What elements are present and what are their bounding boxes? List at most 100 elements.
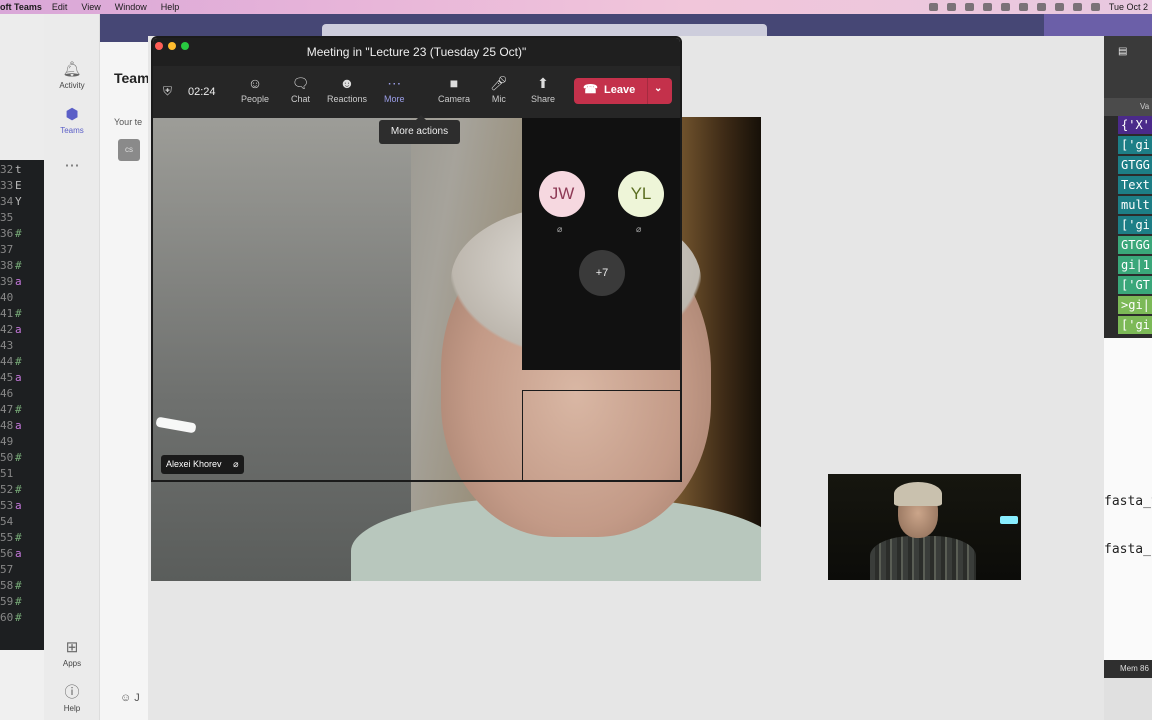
memory-indicator: Mem 86: [1104, 660, 1152, 678]
close-window-button[interactable]: [155, 42, 163, 50]
code-line: 44 #: [0, 354, 44, 370]
team-tile[interactable]: cs: [118, 139, 140, 161]
help-icon: ⓘ: [64, 684, 80, 701]
people-button[interactable]: ☺ People: [241, 74, 269, 104]
line-number: 44: [0, 355, 14, 368]
share-button[interactable]: ⬆ Share: [531, 74, 555, 104]
code-line: 32 t: [0, 162, 44, 178]
code-text: t: [15, 163, 22, 176]
meeting-title-bar: Meeting in "Lecture 23 (Tuesday 25 Oct)": [153, 38, 680, 66]
code-text: a: [15, 419, 22, 432]
value-cell[interactable]: Text: [1118, 176, 1152, 194]
status-icon[interactable]: [928, 3, 938, 11]
value-cell[interactable]: GTGG: [1118, 236, 1152, 254]
code-line: 36 #: [0, 226, 44, 242]
value-cell[interactable]: GTGG: [1118, 156, 1152, 174]
line-number: 56: [0, 547, 14, 560]
code-line: 55 #: [0, 530, 44, 546]
status-icon[interactable]: [946, 3, 956, 11]
participant-avatar[interactable]: JW: [539, 171, 585, 217]
app-menu[interactable]: oft Teams: [0, 2, 42, 12]
code-text: #: [15, 531, 22, 544]
value-cell[interactable]: ['GT: [1118, 276, 1152, 294]
your-teams-label: Your te: [114, 117, 143, 127]
bluetooth-icon[interactable]: [1018, 3, 1028, 11]
code-text: #: [15, 451, 22, 464]
reactions-icon: ☻: [339, 75, 355, 91]
more-button[interactable]: ⋯ More: [384, 74, 405, 104]
camera-button[interactable]: ■ Camera: [438, 74, 470, 104]
reactions-button[interactable]: ☻ Reactions: [327, 74, 367, 104]
bell-icon: 🔔︎: [62, 61, 82, 78]
code-text: #: [15, 227, 22, 240]
value-cell[interactable]: gi|1: [1118, 256, 1152, 274]
code-line: 56 a: [0, 546, 44, 562]
mic-button[interactable]: 🎤︎ Mic: [490, 74, 508, 104]
wifi-icon[interactable]: [1054, 3, 1064, 11]
people-icon: ☺: [247, 75, 263, 91]
line-number: 48: [0, 419, 14, 432]
menu-help[interactable]: Help: [161, 2, 180, 12]
minimize-window-button[interactable]: [168, 42, 176, 50]
line-number: 47: [0, 403, 14, 416]
control-center-icon[interactable]: [1090, 3, 1100, 11]
menu-edit[interactable]: Edit: [52, 2, 68, 12]
background-window: [0, 14, 44, 160]
code-line: 50 #: [0, 450, 44, 466]
chat-icon: 🗨︎: [291, 75, 310, 91]
file-item[interactable]: fasta_: [1104, 542, 1151, 557]
code-text: #: [15, 355, 22, 368]
leave-button[interactable]: ☎ Leave ⌄: [574, 78, 672, 104]
menu-window[interactable]: Window: [115, 2, 147, 12]
code-line: 53 a: [0, 498, 44, 514]
battery-icon[interactable]: [1036, 3, 1046, 11]
folder-icon[interactable]: ▤: [1118, 46, 1132, 57]
code-text: Y: [15, 195, 22, 208]
chevron-down-icon[interactable]: ⌄: [654, 83, 662, 94]
speaker-name-tag: Alexei Khorev ⌀: [161, 455, 244, 474]
pip-video-feed[interactable]: [828, 474, 1021, 580]
code-line: 37: [0, 242, 44, 258]
menu-view[interactable]: View: [81, 2, 100, 12]
line-number: 53: [0, 499, 14, 512]
line-number: 60: [0, 611, 14, 624]
rail-activity[interactable]: 🔔︎ Activity: [44, 61, 100, 91]
value-cell[interactable]: ['gi: [1118, 216, 1152, 234]
code-line: 48 a: [0, 418, 44, 434]
search-icon[interactable]: [1072, 3, 1082, 11]
value-cell[interactable]: mult: [1118, 196, 1152, 214]
chat-button[interactable]: 🗨︎ Chat: [291, 74, 310, 104]
value-cell[interactable]: >gi|: [1118, 296, 1152, 314]
status-icon[interactable]: [964, 3, 974, 11]
code-text: #: [15, 307, 22, 320]
line-number: 57: [0, 563, 14, 576]
status-icons: Tue Oct 2: [928, 0, 1152, 14]
status-icon[interactable]: [982, 3, 992, 11]
line-number: 41: [0, 307, 14, 320]
participant-avatar[interactable]: YL: [618, 171, 664, 217]
line-number: 45: [0, 371, 14, 384]
background-window: [0, 650, 44, 720]
value-cell[interactable]: ['gi: [1118, 316, 1152, 334]
rail-more-apps[interactable]: ⋯: [44, 158, 100, 177]
menubar-clock[interactable]: Tue Oct 2: [1109, 2, 1148, 12]
code-text: #: [15, 611, 22, 624]
rail-help[interactable]: ⓘ Help: [44, 684, 100, 714]
window-controls: [155, 42, 189, 50]
share-icon: ⬆: [537, 75, 549, 91]
line-number: 46: [0, 387, 14, 400]
more-participants-button[interactable]: +7: [579, 250, 625, 296]
code-text: #: [15, 595, 22, 608]
people-icon: ☺: [120, 692, 132, 704]
zoom-window-button[interactable]: [181, 42, 189, 50]
speaker-tile[interactable]: Alexei Khorev ⌀: [153, 118, 522, 480]
status-icon[interactable]: [1000, 3, 1010, 11]
value-cell[interactable]: ['gi: [1118, 136, 1152, 154]
rail-apps[interactable]: ⊞ Apps: [44, 640, 100, 669]
shield-icon[interactable]: ⛨: [163, 84, 172, 99]
join-team-link[interactable]: ☺ J: [120, 692, 140, 704]
file-item[interactable]: fasta_t: [1104, 494, 1152, 509]
value-cell[interactable]: {'X': [1118, 116, 1152, 134]
rail-teams[interactable]: ⬢ Teams: [44, 107, 100, 136]
line-number: 52: [0, 483, 14, 496]
